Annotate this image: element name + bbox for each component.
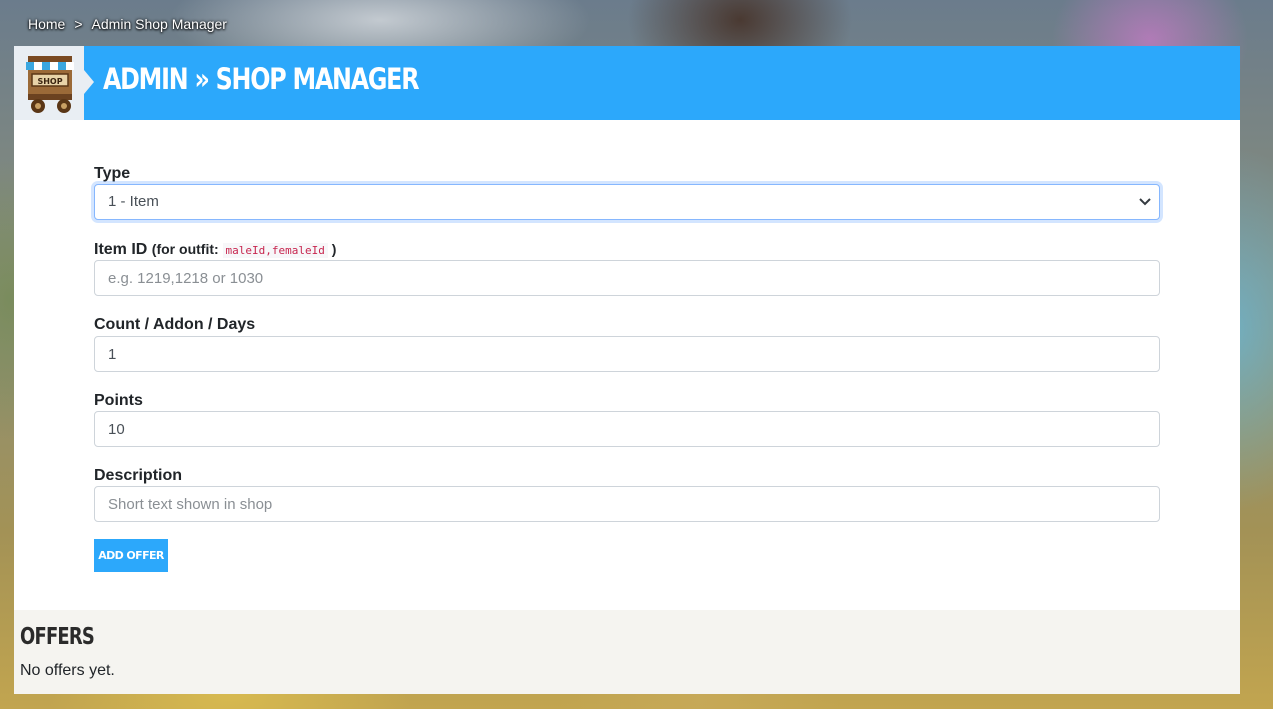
item-id-hint-code: maleId,femaleId xyxy=(222,243,328,258)
offers-empty-text: No offers yet. xyxy=(20,662,115,679)
item-id-label: Item ID (for outfit: maleId,femaleId ) xyxy=(94,239,1160,259)
shop-sign-text: SHOP xyxy=(37,77,62,86)
description-field: Description xyxy=(94,466,1160,522)
item-id-input[interactable] xyxy=(94,260,1160,296)
breadcrumb: Home > Admin Shop Manager xyxy=(28,16,227,32)
page-title: Admin » Shop Manager xyxy=(103,62,420,96)
type-select[interactable]: 1 - Item xyxy=(94,184,1160,220)
offers-title: Offers xyxy=(20,624,95,650)
shop-manager-panel: SHOP Admin » Shop Manager Type 1 - Item … xyxy=(14,46,1240,694)
item-id-field: Item ID (for outfit: maleId,femaleId ) xyxy=(94,239,1160,296)
description-input[interactable] xyxy=(94,486,1160,522)
count-field: Count / Addon / Days xyxy=(94,315,1160,372)
panel-header: SHOP Admin » Shop Manager xyxy=(14,46,1240,120)
description-label: Description xyxy=(94,467,183,484)
count-label: Count / Addon / Days xyxy=(94,316,256,333)
item-id-hint: (for outfit: maleId,femaleId ) xyxy=(151,241,337,258)
shop-cart-icon: SHOP xyxy=(26,56,74,113)
item-id-hint-prefix: (for outfit: xyxy=(151,241,219,257)
breadcrumb-separator: > xyxy=(74,16,83,32)
points-label: Points xyxy=(94,392,143,409)
type-field: Type 1 - Item xyxy=(94,164,1160,220)
add-offer-form: Type 1 - Item Item ID (for outfit: maleI… xyxy=(94,164,1160,522)
type-label: Type xyxy=(94,165,131,182)
type-select-value: 1 - Item xyxy=(108,193,159,210)
breadcrumb-home-link[interactable]: Home xyxy=(28,16,65,32)
item-id-hint-suffix: ) xyxy=(331,241,337,257)
shop-badge: SHOP xyxy=(14,46,94,120)
item-id-label-text: Item ID xyxy=(94,241,148,258)
chevron-down-icon xyxy=(1139,198,1151,206)
count-input[interactable] xyxy=(94,336,1160,372)
points-input[interactable] xyxy=(94,411,1160,447)
add-offer-button[interactable]: Add Offer xyxy=(94,539,168,572)
points-field: Points xyxy=(94,391,1160,447)
offers-section: Offers No offers yet. xyxy=(14,610,1240,694)
breadcrumb-current: Admin Shop Manager xyxy=(91,16,227,32)
